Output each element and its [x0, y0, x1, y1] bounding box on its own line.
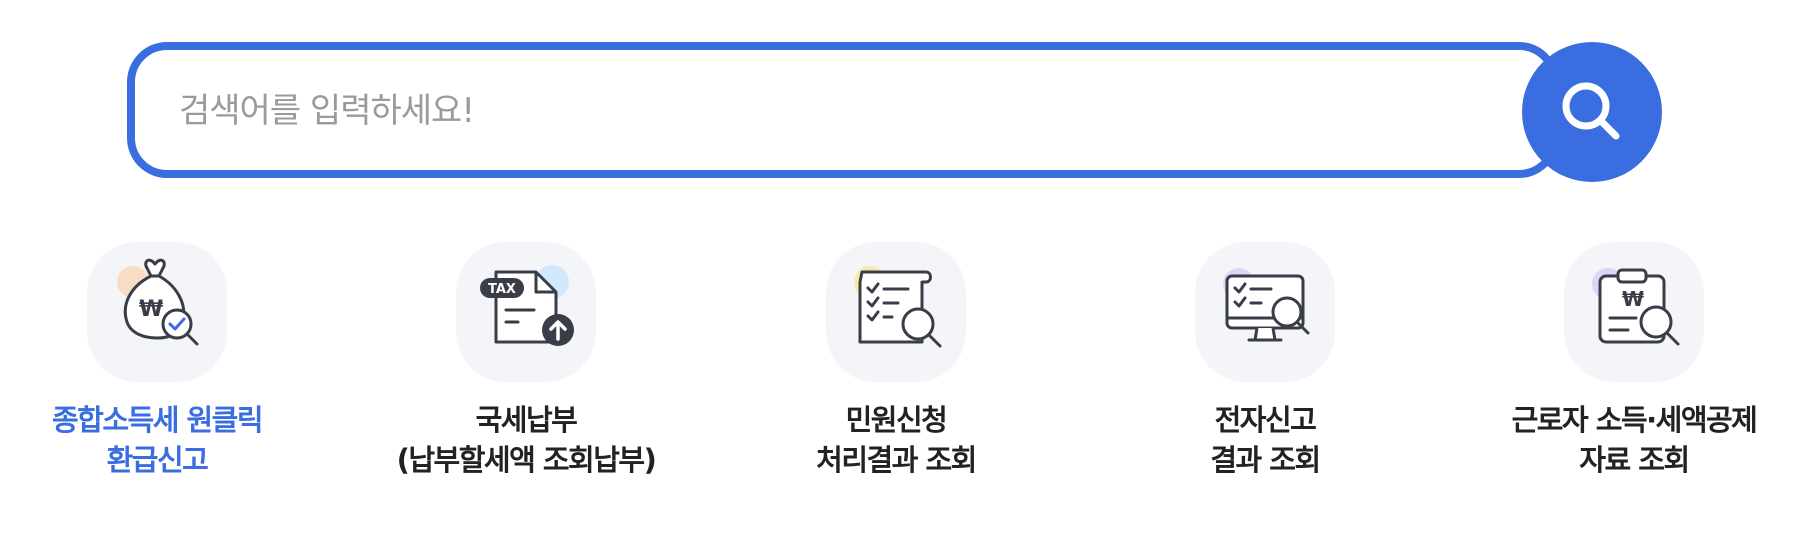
- quick-menu-label: 국세납부 (납부할세액 조회납부): [396, 403, 657, 477]
- monitor-search-icon: [1223, 268, 1310, 342]
- quick-menu-item-income-tax-refund[interactable]: ₩ 종합소득세 원클릭 환급신고: [7, 242, 307, 480]
- icon-tile: ₩: [1564, 242, 1704, 382]
- money-bag-check-icon: ₩: [117, 258, 199, 346]
- icon-tile: TAX: [456, 242, 596, 382]
- quick-menu-item-civil-petition-result[interactable]: 민원신청 처리결과 조회: [746, 242, 1046, 480]
- search-icon: [1562, 82, 1620, 140]
- quick-menu-label: 전자신고 결과 조회: [1210, 403, 1321, 477]
- search-button[interactable]: [1522, 42, 1662, 182]
- quick-menu-item-e-filing-result[interactable]: 전자신고 결과 조회: [1115, 242, 1415, 480]
- quick-menu-item-worker-deduction-data[interactable]: ₩ 근로자 소득·세액공제 자료 조회: [1484, 242, 1784, 480]
- checklist-search-icon: [854, 266, 942, 348]
- quick-menu-label: 종합소득세 원클릭 환급신고: [51, 403, 264, 477]
- icon-tile: [826, 242, 966, 382]
- icon-tile: [1195, 242, 1335, 382]
- tax-document-upload-icon: TAX: [480, 265, 574, 346]
- quick-menu-label: 근로자 소득·세액공제 자료 조회: [1511, 403, 1758, 477]
- icon-tile: ₩: [87, 242, 227, 382]
- quick-menu-item-national-tax-payment[interactable]: TAX 국세납부 (납부할세액 조회납부): [376, 242, 676, 480]
- search-section: ₩ 종합소득세 원클릭 환급신고 TAX: [0, 0, 1796, 536]
- search-input[interactable]: [177, 50, 1461, 172]
- svg-text:TAX: TAX: [488, 282, 516, 297]
- search-box: [127, 42, 1559, 178]
- quick-menu-label: 민원신청 처리결과 조회: [816, 403, 977, 477]
- svg-text:₩: ₩: [139, 297, 163, 322]
- clipboard-won-search-icon: ₩: [1592, 268, 1680, 346]
- svg-text:₩: ₩: [1622, 287, 1644, 311]
